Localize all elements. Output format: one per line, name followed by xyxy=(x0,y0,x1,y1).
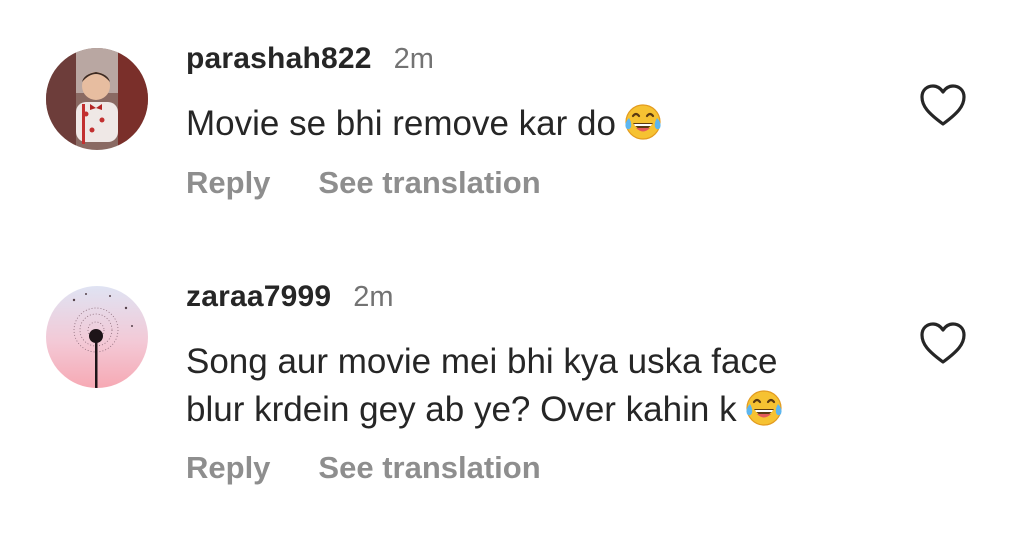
comment-actions: Reply See translation xyxy=(186,450,541,486)
comment-body: Movie se bhi remove kar do xyxy=(186,104,616,143)
comment-actions: Reply See translation xyxy=(186,165,541,201)
comment-item: zaraa7999 2m Song aur movie mei bhi kya … xyxy=(0,270,1024,548)
username[interactable]: zaraa7999 xyxy=(186,280,331,314)
avatar[interactable] xyxy=(46,286,148,388)
comment-header: zaraa7999 2m xyxy=(186,280,394,314)
comment-header: parashah822 2m xyxy=(186,42,434,76)
heart-icon[interactable] xyxy=(918,320,968,366)
timestamp: 2m xyxy=(393,43,434,75)
tears-of-joy-icon xyxy=(622,101,664,141)
reply-button[interactable]: Reply xyxy=(186,450,270,486)
comment-item: parashah822 2m Movie se bhi remove kar d… xyxy=(0,0,1024,270)
avatar-image xyxy=(46,286,148,388)
avatar-image xyxy=(46,48,148,150)
see-translation-button[interactable]: See translation xyxy=(318,450,540,486)
username[interactable]: parashah822 xyxy=(186,42,372,76)
see-translation-button[interactable]: See translation xyxy=(318,165,540,201)
comment-text: Song aur movie mei bhi kya uska face blu… xyxy=(186,338,886,434)
timestamp: 2m xyxy=(353,281,394,313)
heart-icon[interactable] xyxy=(918,82,968,128)
avatar[interactable] xyxy=(46,48,148,150)
tears-of-joy-icon xyxy=(743,387,785,427)
reply-button[interactable]: Reply xyxy=(186,165,270,201)
comment-body: Song aur movie mei bhi kya uska face blu… xyxy=(186,342,778,429)
comment-text: Movie se bhi remove kar do xyxy=(186,100,886,148)
